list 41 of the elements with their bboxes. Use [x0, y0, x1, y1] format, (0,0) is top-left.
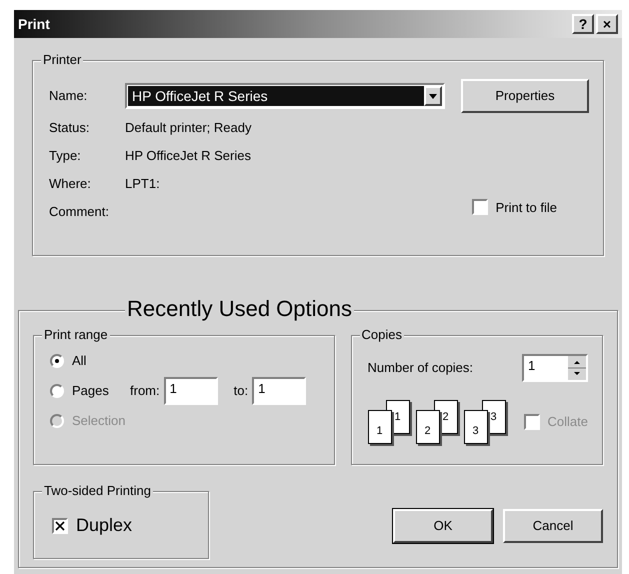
radio-label: All — [72, 352, 88, 370]
group-label: Print range — [42, 327, 110, 343]
printer-dropdown[interactable]: HP OfficeJet R Series — [125, 83, 445, 109]
info-value: HP OfficeJet R Series — [125, 147, 251, 166]
selected-printer: HP OfficeJet R Series — [128, 86, 424, 106]
group-label: Copies — [360, 327, 404, 343]
section-title: Recently Used Options — [125, 297, 354, 321]
print-to-file-checkbox[interactable] — [472, 199, 488, 216]
ok-button[interactable]: OK — [393, 509, 493, 543]
duplex-checkbox[interactable] — [52, 518, 68, 534]
field-label: to: — [234, 382, 248, 400]
info-value: LPT1: — [125, 175, 160, 194]
info-label: Status: — [49, 119, 90, 138]
copies-spinner[interactable]: 1 — [522, 354, 588, 382]
info-label: Type: — [49, 147, 82, 166]
radio-button[interactable] — [50, 354, 64, 368]
to-page-field[interactable]: 1 — [252, 377, 306, 405]
info-label: Comment: — [49, 203, 110, 222]
properties-button[interactable]: Properties — [461, 79, 589, 113]
page-stack-drawing: 3 3 — [464, 400, 506, 444]
field-label: Number of copies: — [368, 359, 474, 378]
window-title: Print — [18, 14, 50, 34]
field-label: from: — [130, 382, 160, 400]
spin-arrows-icon — [568, 356, 586, 380]
field-label: Name: — [49, 87, 88, 106]
from-page-field[interactable]: 1 — [164, 377, 218, 405]
help-button[interactable]: ? — [572, 14, 594, 34]
checkbox-label: Print to file — [496, 198, 557, 216]
page-stack-drawing: 1 1 — [368, 400, 410, 444]
radio-label: Pages — [72, 382, 110, 400]
group-label: Two-sided Printing — [42, 483, 153, 499]
info-value: Default printer; Ready — [125, 119, 252, 138]
checkbox-label: Collate — [548, 413, 588, 432]
info-label: Where: — [49, 175, 92, 194]
cancel-button[interactable]: Cancel — [503, 509, 603, 543]
cross-mark-icon — [55, 520, 65, 530]
checkbox-label: Duplex — [76, 514, 132, 537]
page-stack-drawing: 2 2 — [416, 400, 458, 444]
radio-button[interactable] — [50, 384, 64, 398]
copies-value: 1 — [527, 357, 536, 375]
close-button[interactable]: × — [596, 14, 618, 34]
